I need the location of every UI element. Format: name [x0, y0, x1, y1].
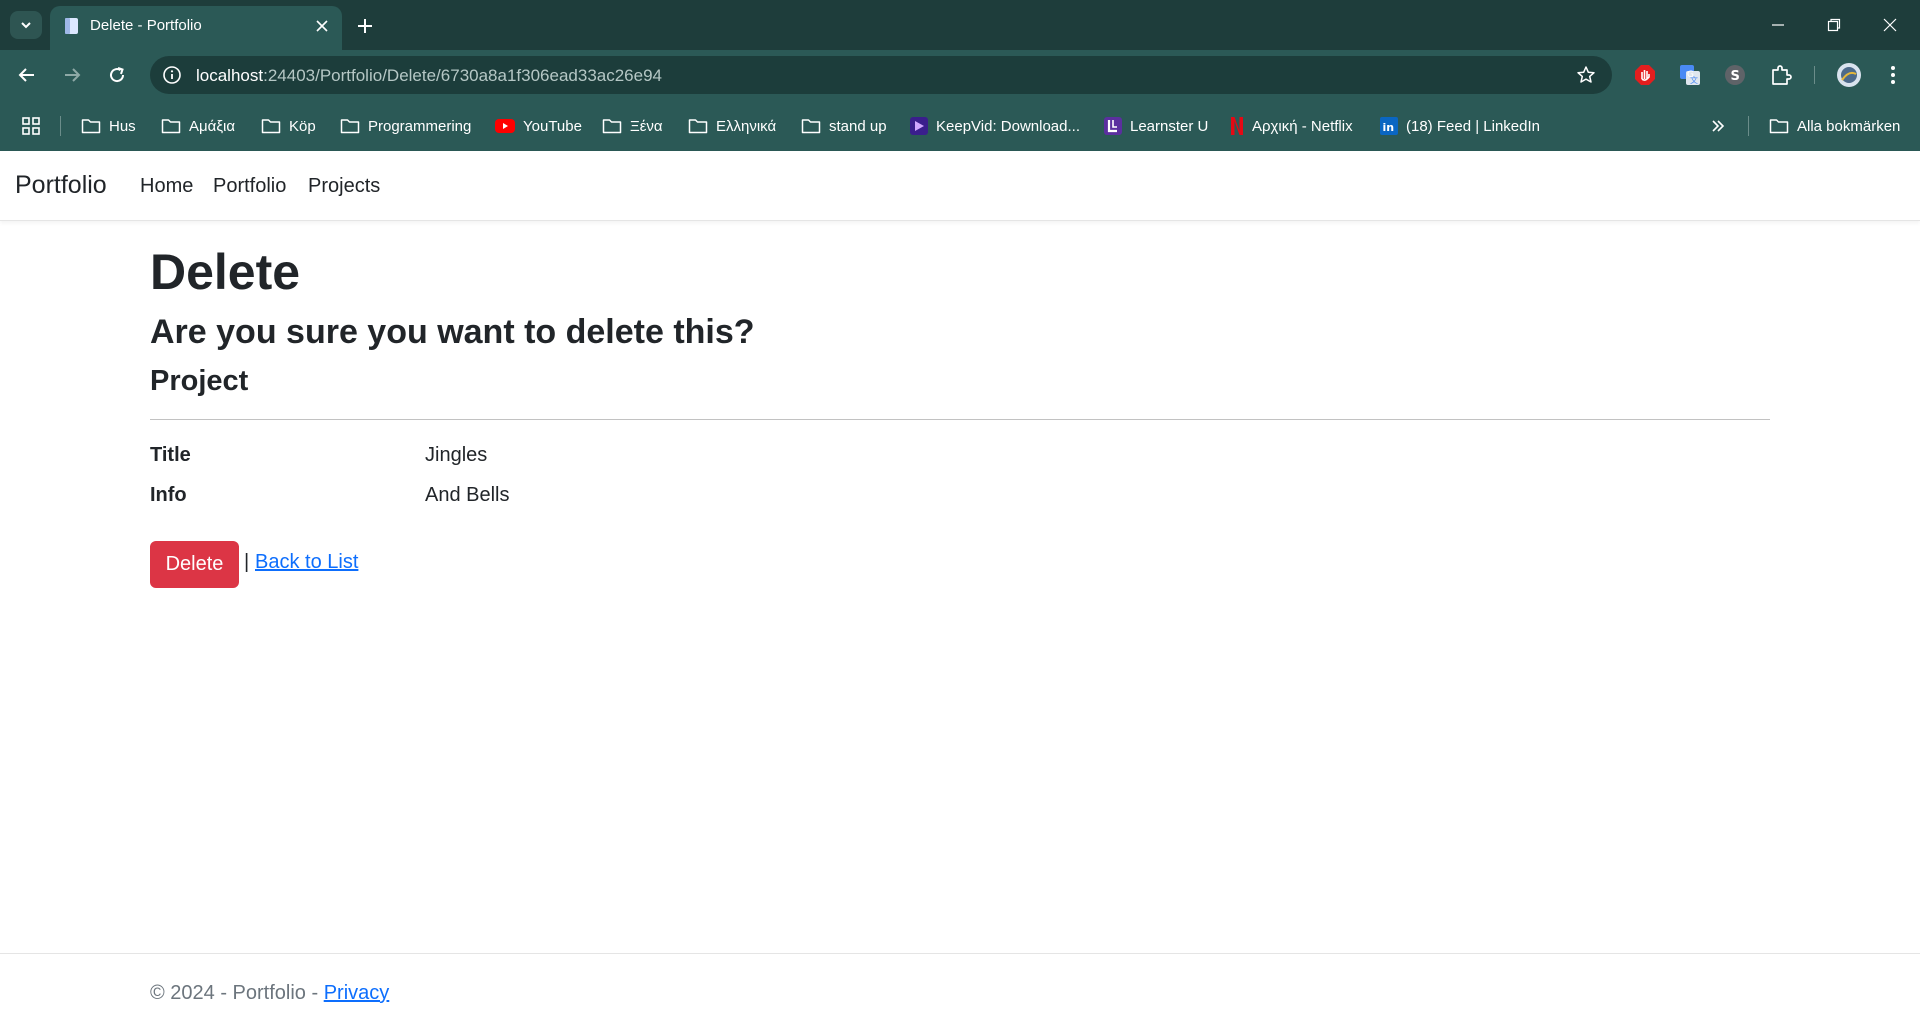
more-bookmarks-button[interactable]	[1710, 115, 1726, 137]
page-title: Delete	[150, 244, 301, 300]
menu-kebab-icon[interactable]	[1882, 64, 1904, 86]
profile-avatar[interactable]	[1836, 62, 1862, 88]
url-host: localhost	[196, 66, 264, 85]
nav-link-projects[interactable]: Projects	[308, 175, 380, 198]
reload-button[interactable]	[102, 60, 132, 90]
browser-tab-active[interactable]: Delete - Portfolio	[50, 6, 342, 50]
action-separator: |	[244, 551, 250, 573]
google-translate-icon[interactable]: G文	[1679, 64, 1701, 86]
bookmark-folder-kop[interactable]: Köp	[261, 115, 316, 137]
close-window-button[interactable]	[1870, 10, 1910, 40]
svg-text:S: S	[1731, 69, 1740, 84]
svg-text:文: 文	[1690, 75, 1698, 85]
bookmarks-divider	[60, 116, 61, 136]
nav-link-home[interactable]: Home	[140, 175, 193, 198]
all-bookmarks-button[interactable]: Alla bokmärken	[1769, 115, 1900, 137]
entity-heading: Project	[150, 365, 249, 397]
youtube-icon	[495, 119, 515, 133]
field-value-title: Jingles	[425, 444, 488, 466]
close-icon	[1883, 18, 1897, 32]
arrow-right-icon	[65, 68, 81, 82]
minimize-button[interactable]	[1758, 10, 1798, 40]
apps-grid-icon	[22, 117, 40, 135]
footer-copyright: © 2024 - Portfolio -	[150, 982, 324, 1004]
folder-icon	[1769, 119, 1789, 134]
bookmarks-divider	[1748, 116, 1749, 136]
apps-button[interactable]	[21, 115, 41, 137]
site-navbar: Portfolio Home Portfolio Projects	[0, 151, 1920, 221]
page-icon	[65, 18, 78, 34]
field-label-title: Title	[150, 444, 191, 466]
chevron-down-icon	[21, 22, 31, 29]
bookmark-youtube[interactable]: YouTube	[495, 115, 582, 137]
linkedin-icon: in	[1380, 117, 1398, 135]
back-to-list-link[interactable]: Back to List	[255, 551, 358, 574]
browser-toolbar: localhost:24403/Portfolio/Delete/6730a8a…	[0, 50, 1920, 100]
netflix-icon	[1231, 117, 1243, 135]
navbar-brand[interactable]: Portfolio	[15, 171, 107, 200]
site-footer: © 2024 - Portfolio - Privacy	[0, 953, 1920, 1030]
s-extension-icon[interactable]: S	[1724, 64, 1746, 86]
restore-icon	[1827, 18, 1841, 32]
field-value-info: And Bells	[425, 484, 510, 506]
bookmark-folder-hus[interactable]: Hus	[81, 115, 136, 137]
nav-link-portfolio[interactable]: Portfolio	[213, 175, 286, 198]
adblock-extension-icon[interactable]	[1634, 64, 1656, 86]
reload-icon	[110, 67, 125, 83]
bookmark-folder-ellinika[interactable]: Ελληνικά	[688, 115, 776, 137]
folder-icon	[261, 119, 281, 134]
address-bar[interactable]: localhost:24403/Portfolio/Delete/6730a8a…	[150, 56, 1612, 94]
confirm-question: Are you sure you want to delete this?	[150, 313, 755, 351]
new-tab-button[interactable]	[352, 13, 378, 39]
double-chevron-right-icon	[1712, 120, 1725, 132]
bookmark-keepvid[interactable]: KeepVid: Download...	[910, 115, 1080, 137]
url-text[interactable]: localhost:24403/Portfolio/Delete/6730a8a…	[196, 66, 662, 86]
close-tab-icon[interactable]	[312, 16, 332, 36]
field-label-info: Info	[150, 484, 187, 506]
url-path: :24403/Portfolio/Delete/6730a8a1f306ead3…	[263, 66, 663, 85]
folder-icon	[801, 119, 821, 134]
forward-button[interactable]	[57, 60, 87, 90]
learnster-icon	[1104, 117, 1122, 135]
puzzle-icon[interactable]	[1770, 64, 1792, 86]
tab-search-button[interactable]	[10, 11, 42, 39]
site-info-icon[interactable]	[162, 65, 182, 85]
arrow-left-icon	[18, 68, 34, 82]
delete-button[interactable]: Delete	[150, 541, 239, 588]
toolbar-divider	[1814, 66, 1815, 84]
plus-icon	[358, 19, 372, 33]
bookmark-netflix[interactable]: Αρχική - Netflix	[1230, 115, 1353, 137]
bookmarks-bar: Hus Αμάξια Köp Programmering YouTube Ξέν…	[0, 100, 1920, 151]
svg-text:in: in	[1383, 121, 1395, 134]
folder-icon	[688, 119, 708, 134]
tab-strip: Delete - Portfolio	[0, 0, 1920, 50]
folder-icon	[602, 119, 622, 134]
bookmark-folder-xena[interactable]: Ξένα	[602, 115, 663, 137]
divider	[150, 419, 1770, 420]
bookmark-folder-amaxia[interactable]: Αμάξια	[161, 115, 235, 137]
bookmark-folder-stand-up[interactable]: stand up	[801, 115, 887, 137]
restore-button[interactable]	[1814, 10, 1854, 40]
minimize-icon	[1772, 24, 1784, 26]
tab-title: Delete - Portfolio	[90, 17, 202, 34]
footer-text: © 2024 - Portfolio - Privacy	[150, 982, 389, 1005]
folder-icon	[161, 119, 181, 134]
back-button[interactable]	[12, 60, 42, 90]
bookmark-learnster[interactable]: Learnster U	[1104, 115, 1208, 137]
bookmark-linkedin[interactable]: in (18) Feed | LinkedIn	[1380, 115, 1540, 137]
privacy-link[interactable]: Privacy	[324, 982, 390, 1004]
star-icon[interactable]	[1576, 65, 1596, 85]
bookmark-folder-programmering[interactable]: Programmering	[340, 115, 471, 137]
folder-icon	[340, 119, 360, 134]
keepvid-icon	[910, 117, 928, 135]
folder-icon	[81, 119, 101, 134]
